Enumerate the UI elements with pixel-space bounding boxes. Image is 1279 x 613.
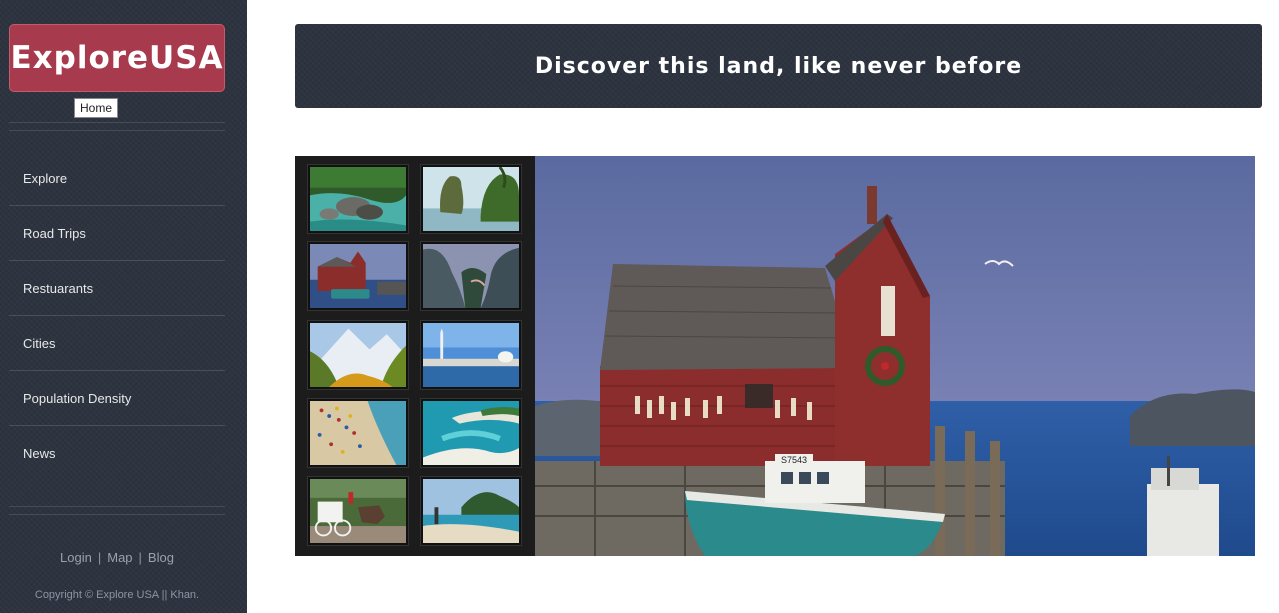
nav-item-restaurants[interactable]: Restuarants: [9, 261, 225, 316]
thumbnail-beach-crowd[interactable]: [308, 399, 408, 467]
footer-map-link[interactable]: Map: [107, 550, 132, 565]
thumbnail-turquoise-sandbar[interactable]: [421, 399, 521, 467]
sidebar: ExploreUSA Home Explore Road Trips Restu…: [0, 0, 247, 613]
footer-separator: |: [138, 550, 142, 565]
sidebar-divider-bottom-2: [9, 514, 225, 515]
site-logo[interactable]: ExploreUSA: [9, 24, 225, 92]
main-featured-image[interactable]: S7543: [535, 156, 1255, 556]
header-banner: Discover this land, like never before: [295, 24, 1262, 108]
thumbnail-capital-city[interactable]: [421, 321, 521, 389]
nav-item-road-trips[interactable]: Road Trips: [9, 206, 225, 261]
copyright-text: Copyright © Explore USA || Khan.: [34, 589, 200, 601]
footer-blog-link[interactable]: Blog: [148, 550, 174, 565]
nav-item-explore[interactable]: Explore: [9, 151, 225, 206]
footer-links: Login | Map | Blog: [0, 550, 234, 565]
image-gallery: S7543: [295, 156, 1255, 556]
sidebar-divider-top: [9, 122, 225, 123]
sidebar-nav: Explore Road Trips Restuarants Cities Po…: [9, 151, 225, 481]
home-tooltip: Home: [74, 98, 119, 118]
sidebar-divider-bottom: [9, 506, 225, 507]
footer-separator: |: [97, 550, 102, 565]
nav-item-cities[interactable]: Cities: [9, 316, 225, 371]
thumbnail-tropical-coast[interactable]: [421, 477, 521, 545]
thumbnail-red-fishing-shack[interactable]: [308, 242, 408, 310]
thumbnail-canyon-valley[interactable]: [421, 242, 521, 310]
thumbnail-mountain-autumn[interactable]: [308, 321, 408, 389]
thumbnail-sea-stack[interactable]: [421, 165, 521, 233]
footer-login-link[interactable]: Login: [60, 550, 92, 565]
nav-item-news[interactable]: News: [9, 426, 225, 481]
thumbnail-horse-carriage[interactable]: [308, 477, 408, 545]
page-tagline: Discover this land, like never before: [534, 53, 1023, 79]
nav-item-population-density[interactable]: Population Density: [9, 371, 225, 426]
sidebar-divider-top-2: [9, 130, 225, 131]
boat-registration-number: S7543: [781, 455, 807, 465]
thumbnail-river-rocks[interactable]: [308, 165, 408, 233]
